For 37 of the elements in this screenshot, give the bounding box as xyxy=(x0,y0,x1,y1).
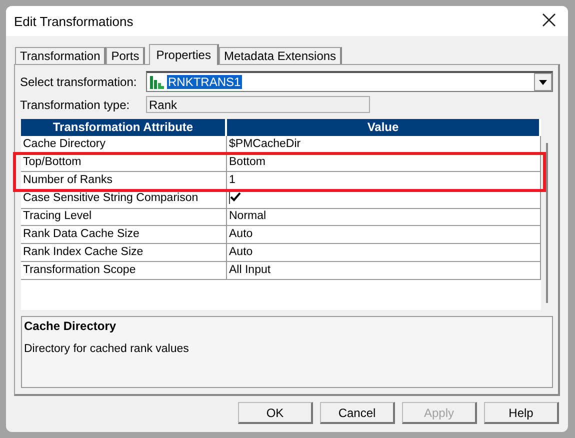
dialog-button[interactable]: Help xyxy=(484,402,559,424)
dialog-button[interactable]: OK xyxy=(238,402,313,424)
attribute-cell: Cache Directory xyxy=(21,136,227,154)
window-title: Edit Transformations xyxy=(14,14,134,28)
tab[interactable]: Transformation xyxy=(15,47,106,64)
column-header: Transformation Attribute xyxy=(21,119,227,136)
attribute-cell: Case Sensitive String Comparison xyxy=(21,190,227,209)
close-button[interactable] xyxy=(542,13,558,29)
field-label: Transformation type: xyxy=(20,98,131,112)
description-title: Cache Directory xyxy=(24,319,116,333)
tab[interactable]: Properties xyxy=(149,44,219,65)
dialog-button[interactable]: Cancel xyxy=(320,402,395,424)
value-cell[interactable]: Normal xyxy=(227,208,541,226)
close-icon xyxy=(542,13,556,27)
field-label: Select transformation: xyxy=(20,74,138,88)
checkbox[interactable] xyxy=(229,192,242,204)
rank-icon xyxy=(150,76,164,88)
transformation-dropdown[interactable]: RNKTRANS1 xyxy=(146,71,553,92)
attribute-cell: Rank Index Cache Size xyxy=(21,244,227,262)
attribute-cell: Rank Data Cache Size xyxy=(21,226,227,244)
tab[interactable]: Metadata Extensions xyxy=(218,47,342,64)
attribute-cell: Transformation Scope xyxy=(21,262,227,280)
description-text: Directory for cached rank values xyxy=(24,343,189,355)
attribute-cell: Tracing Level xyxy=(21,208,227,226)
caret-icon[interactable] xyxy=(534,73,552,91)
type-field: Rank xyxy=(146,96,370,113)
attribute-cell: Top/Bottom xyxy=(21,154,227,172)
value-cell[interactable]: All Input xyxy=(227,262,541,280)
column-header: Value xyxy=(227,119,541,136)
tab[interactable]: Ports xyxy=(106,47,146,64)
value-cell[interactable]: Auto xyxy=(227,244,541,262)
value-cell[interactable]: Bottom xyxy=(227,154,541,172)
attribute-cell: Number of Ranks xyxy=(21,172,227,190)
scrollbar[interactable] xyxy=(546,143,548,303)
value-cell[interactable]: $PMCacheDir xyxy=(227,136,541,154)
value-cell[interactable]: Auto xyxy=(227,226,541,244)
value-cell[interactable]: 1 xyxy=(227,172,541,190)
